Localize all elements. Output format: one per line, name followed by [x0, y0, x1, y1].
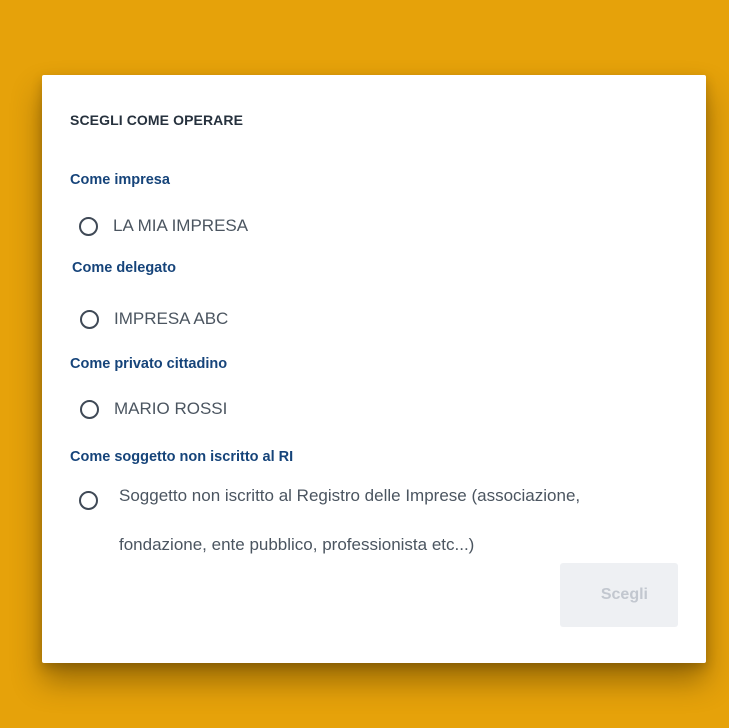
- section-title-non-iscritto: Come soggetto non iscritto al RI: [70, 449, 294, 465]
- radio-unchecked-icon[interactable]: [79, 216, 98, 236]
- radio-unchecked-icon[interactable]: [79, 491, 98, 510]
- option-label-line-2: fondazione, ente pubblico, professionist…: [119, 535, 475, 554]
- section-title-delegato: Come delegato: [72, 260, 176, 276]
- option-label-line-1: Soggetto non iscritto al Registro delle …: [119, 486, 581, 505]
- option-label: MARIO ROSSI: [114, 399, 228, 418]
- radio-unchecked-icon[interactable]: [80, 399, 99, 419]
- option-la-mia-impresa[interactable]: LA MIA IMPRESA: [79, 216, 248, 236]
- section-title-privato: Come privato cittadino: [70, 356, 228, 372]
- choose-operation-dialog: SCEGLI COME OPERARE Come impresa LA MIA …: [42, 75, 706, 663]
- option-mario-rossi[interactable]: MARIO ROSSI: [80, 399, 227, 419]
- choose-button[interactable]: Scegli: [560, 563, 678, 627]
- section-title-impresa: Come impresa: [70, 172, 170, 188]
- option-label: IMPRESA ABC: [114, 309, 229, 328]
- dialog-title: SCEGLI COME OPERARE: [70, 112, 244, 128]
- option-impresa-abc[interactable]: IMPRESA ABC: [80, 309, 228, 329]
- option-label: LA MIA IMPRESA: [113, 216, 249, 235]
- radio-unchecked-icon[interactable]: [80, 309, 99, 329]
